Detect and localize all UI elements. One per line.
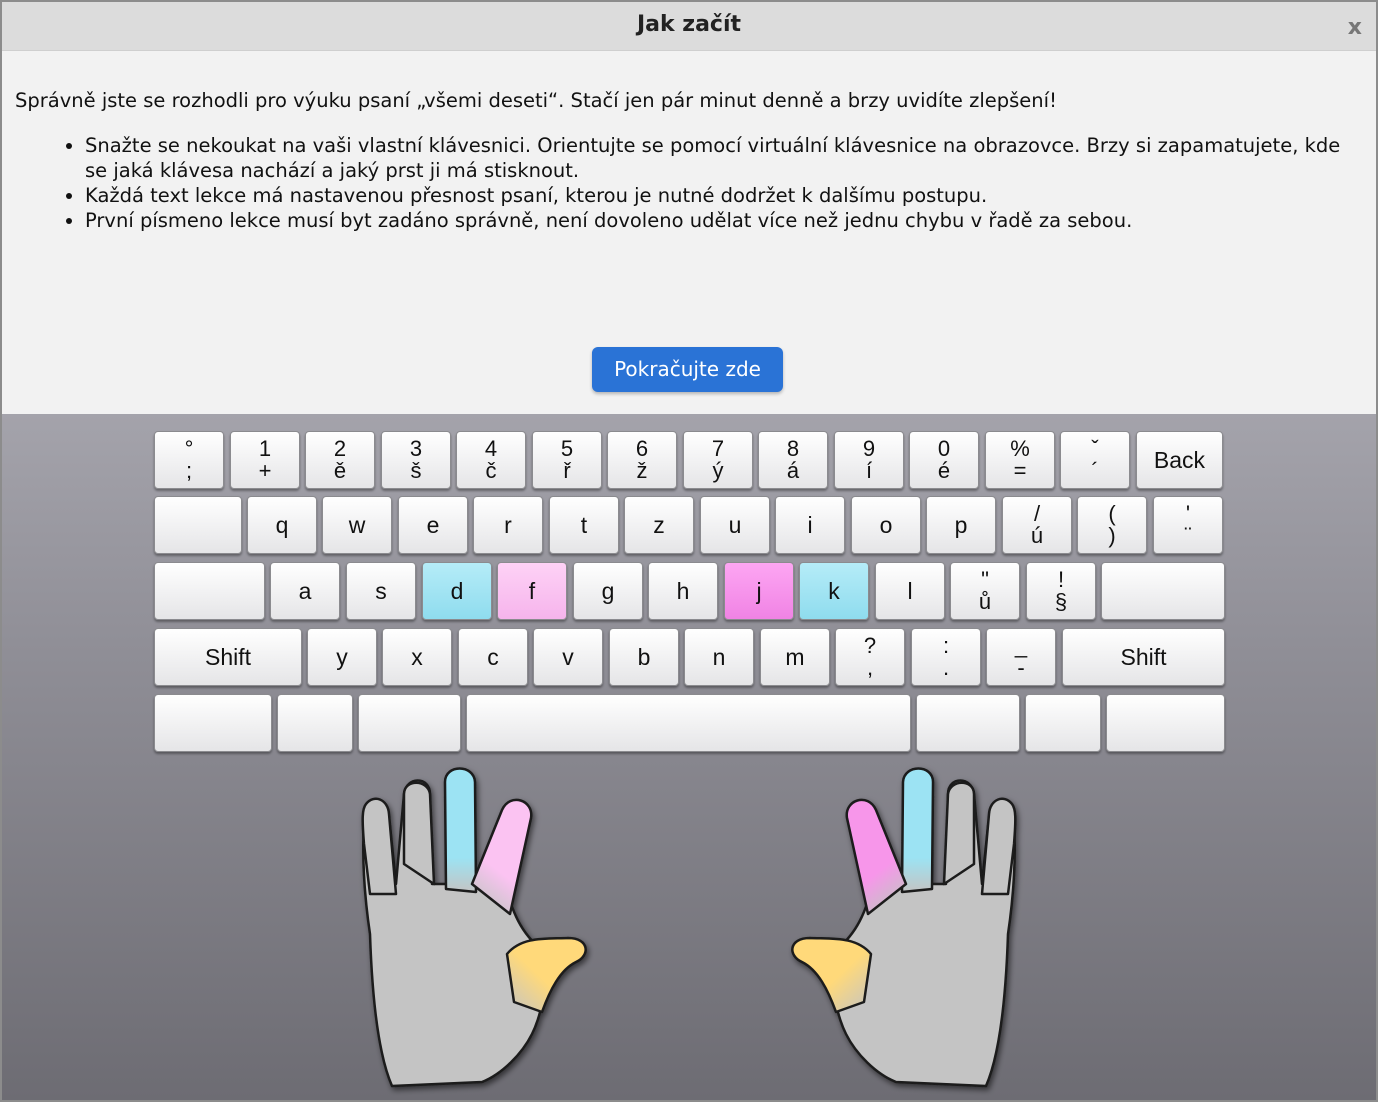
left-pinky [361,797,398,896]
dialog-content: Správně jste se rozhodli pro výuku psaní… [15,88,1356,233]
dialog-window: Jak začít x Správně jste se rozhodli pro… [0,0,1378,1102]
left-thumb [505,936,587,1014]
tip-item: Snažte se nekoukat na vaši vlastní kláve… [85,133,1356,183]
left-middle-finger [443,767,478,894]
dialog-title: Jak začít [636,12,742,37]
dialog-titlebar: Jak začít x [2,2,1376,51]
right-hand [791,767,1017,1088]
right-pinky [980,797,1017,896]
right-thumb [791,936,873,1014]
continue-button[interactable]: Pokračujte zde [592,347,783,392]
left-hand [361,767,587,1088]
hands-illustration [361,767,1017,1088]
tips-list: Snažte se nekoukat na vaši vlastní kláve… [15,133,1356,233]
right-middle-finger [900,767,935,894]
tip-item: Každá text lekce má nastavenou přesnost … [85,183,1356,208]
intro-text: Správně jste se rozhodli pro výuku psaní… [15,89,1057,112]
tip-item: První písmeno lekce musí byt zadáno sprá… [85,208,1356,233]
close-icon[interactable]: x [1348,15,1362,40]
